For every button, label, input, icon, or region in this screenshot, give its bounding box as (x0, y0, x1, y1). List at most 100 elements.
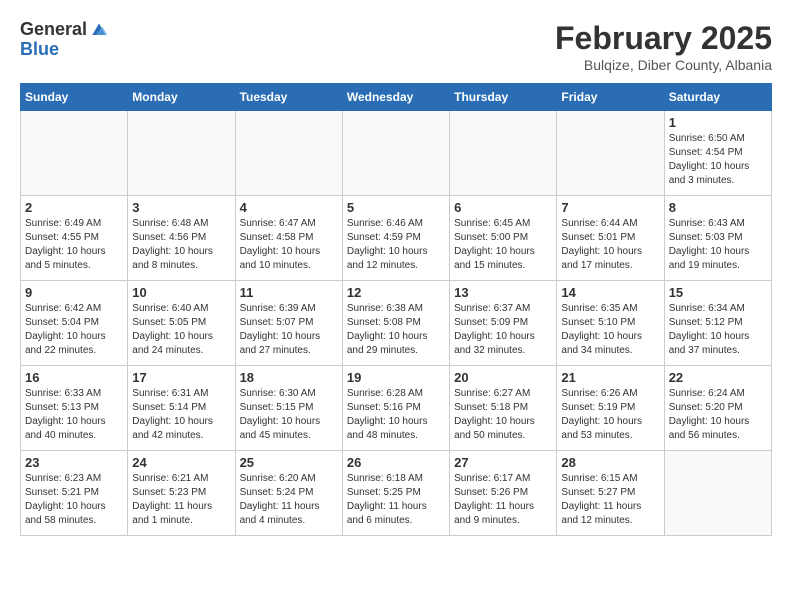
table-row: 13 Sunrise: 6:37 AM Sunset: 5:09 PM Dayli… (450, 281, 557, 366)
day-number: 7 (561, 200, 659, 215)
day-info: Sunrise: 6:42 AM Sunset: 5:04 PM Dayligh… (25, 302, 123, 358)
day-number: 22 (669, 370, 767, 385)
day-info: Sunrise: 6:21 AM Sunset: 5:23 PM Dayligh… (132, 472, 230, 528)
day-info: Sunrise: 6:37 AM Sunset: 5:09 PM Dayligh… (454, 302, 552, 358)
table-row: 14 Sunrise: 6:35 AM Sunset: 5:10 PM Dayli… (557, 281, 664, 366)
table-row: 8 Sunrise: 6:43 AM Sunset: 5:03 PM Daylig… (664, 196, 771, 281)
day-number: 23 (25, 455, 123, 470)
table-row: 16 Sunrise: 6:33 AM Sunset: 5:13 PM Dayli… (21, 366, 128, 451)
header-thursday: Thursday (450, 84, 557, 111)
calendar-week-row: 2 Sunrise: 6:49 AM Sunset: 4:55 PM Daylig… (21, 196, 772, 281)
day-info: Sunrise: 6:39 AM Sunset: 5:07 PM Dayligh… (240, 302, 338, 358)
table-row: 4 Sunrise: 6:47 AM Sunset: 4:58 PM Daylig… (235, 196, 342, 281)
table-row: 5 Sunrise: 6:46 AM Sunset: 4:59 PM Daylig… (342, 196, 449, 281)
day-number: 8 (669, 200, 767, 215)
title-area: February 2025 Bulqize, Diber County, Alb… (555, 20, 772, 73)
table-row: 7 Sunrise: 6:44 AM Sunset: 5:01 PM Daylig… (557, 196, 664, 281)
calendar-week-row: 9 Sunrise: 6:42 AM Sunset: 5:04 PM Daylig… (21, 281, 772, 366)
table-row: 24 Sunrise: 6:21 AM Sunset: 5:23 PM Dayli… (128, 451, 235, 536)
day-number: 17 (132, 370, 230, 385)
day-info: Sunrise: 6:44 AM Sunset: 5:01 PM Dayligh… (561, 217, 659, 273)
day-info: Sunrise: 6:17 AM Sunset: 5:26 PM Dayligh… (454, 472, 552, 528)
day-number: 11 (240, 285, 338, 300)
calendar-table: Sunday Monday Tuesday Wednesday Thursday… (20, 83, 772, 536)
day-number: 28 (561, 455, 659, 470)
day-info: Sunrise: 6:23 AM Sunset: 5:21 PM Dayligh… (25, 472, 123, 528)
day-number: 19 (347, 370, 445, 385)
table-row: 26 Sunrise: 6:18 AM Sunset: 5:25 PM Dayli… (342, 451, 449, 536)
day-number: 24 (132, 455, 230, 470)
table-row (235, 111, 342, 196)
day-info: Sunrise: 6:35 AM Sunset: 5:10 PM Dayligh… (561, 302, 659, 358)
day-info: Sunrise: 6:45 AM Sunset: 5:00 PM Dayligh… (454, 217, 552, 273)
day-info: Sunrise: 6:34 AM Sunset: 5:12 PM Dayligh… (669, 302, 767, 358)
day-info: Sunrise: 6:24 AM Sunset: 5:20 PM Dayligh… (669, 387, 767, 443)
table-row: 18Sunrise: 6:30 AM Sunset: 5:15 PM Dayli… (235, 366, 342, 451)
day-number: 20 (454, 370, 552, 385)
day-number: 6 (454, 200, 552, 215)
table-row (664, 451, 771, 536)
table-row: 1Sunrise: 6:50 AM Sunset: 4:54 PM Daylig… (664, 111, 771, 196)
day-number: 27 (454, 455, 552, 470)
location-subtitle: Bulqize, Diber County, Albania (555, 57, 772, 73)
day-info: Sunrise: 6:31 AM Sunset: 5:14 PM Dayligh… (132, 387, 230, 443)
table-row: 15 Sunrise: 6:34 AM Sunset: 5:12 PM Dayli… (664, 281, 771, 366)
day-info: Sunrise: 6:30 AM Sunset: 5:15 PM Dayligh… (240, 387, 338, 443)
calendar-header-row: Sunday Monday Tuesday Wednesday Thursday… (21, 84, 772, 111)
day-info: Sunrise: 6:15 AM Sunset: 5:27 PM Dayligh… (561, 472, 659, 528)
header-wednesday: Wednesday (342, 84, 449, 111)
day-number: 10 (132, 285, 230, 300)
calendar-week-row: 23 Sunrise: 6:23 AM Sunset: 5:21 PM Dayli… (21, 451, 772, 536)
table-row: 19 Sunrise: 6:28 AM Sunset: 5:16 PM Dayli… (342, 366, 449, 451)
table-row: 21 Sunrise: 6:26 AM Sunset: 5:19 PM Dayli… (557, 366, 664, 451)
day-number: 14 (561, 285, 659, 300)
day-number: 9 (25, 285, 123, 300)
table-row: 10 Sunrise: 6:40 AM Sunset: 5:05 PM Dayli… (128, 281, 235, 366)
day-number: 26 (347, 455, 445, 470)
day-number: 21 (561, 370, 659, 385)
table-row: 6 Sunrise: 6:45 AM Sunset: 5:00 PM Daylig… (450, 196, 557, 281)
day-number: 15 (669, 285, 767, 300)
day-info: Sunrise: 6:40 AM Sunset: 5:05 PM Dayligh… (132, 302, 230, 358)
logo-icon (89, 20, 109, 40)
table-row: 2 Sunrise: 6:49 AM Sunset: 4:55 PM Daylig… (21, 196, 128, 281)
day-info: Sunrise: 6:28 AM Sunset: 5:16 PM Dayligh… (347, 387, 445, 443)
day-info: Sunrise: 6:48 AM Sunset: 4:56 PM Dayligh… (132, 217, 230, 273)
page-header: General Blue February 2025 Bulqize, Dibe… (20, 20, 772, 73)
header-monday: Monday (128, 84, 235, 111)
calendar-week-row: 1Sunrise: 6:50 AM Sunset: 4:54 PM Daylig… (21, 111, 772, 196)
day-number: 2 (25, 200, 123, 215)
table-row: 12Sunrise: 6:38 AM Sunset: 5:08 PM Dayli… (342, 281, 449, 366)
day-number: 16 (25, 370, 123, 385)
table-row (557, 111, 664, 196)
table-row: 17 Sunrise: 6:31 AM Sunset: 5:14 PM Dayli… (128, 366, 235, 451)
day-info: Sunrise: 6:38 AM Sunset: 5:08 PM Dayligh… (347, 302, 445, 358)
table-row: 20 Sunrise: 6:27 AM Sunset: 5:18 PM Dayli… (450, 366, 557, 451)
header-tuesday: Tuesday (235, 84, 342, 111)
table-row (128, 111, 235, 196)
day-info: Sunrise: 6:27 AM Sunset: 5:18 PM Dayligh… (454, 387, 552, 443)
table-row (342, 111, 449, 196)
header-friday: Friday (557, 84, 664, 111)
day-info: Sunrise: 6:18 AM Sunset: 5:25 PM Dayligh… (347, 472, 445, 528)
table-row: 27 Sunrise: 6:17 AM Sunset: 5:26 PM Dayli… (450, 451, 557, 536)
day-number: 13 (454, 285, 552, 300)
day-info: Sunrise: 6:26 AM Sunset: 5:19 PM Dayligh… (561, 387, 659, 443)
day-info: Sunrise: 6:20 AM Sunset: 5:24 PM Dayligh… (240, 472, 338, 528)
day-info: Sunrise: 6:47 AM Sunset: 4:58 PM Dayligh… (240, 217, 338, 273)
table-row (450, 111, 557, 196)
day-number: 1 (669, 115, 767, 130)
table-row: 9 Sunrise: 6:42 AM Sunset: 5:04 PM Daylig… (21, 281, 128, 366)
table-row: 28 Sunrise: 6:15 AM Sunset: 5:27 PM Dayli… (557, 451, 664, 536)
day-number: 4 (240, 200, 338, 215)
table-row (21, 111, 128, 196)
calendar-week-row: 16 Sunrise: 6:33 AM Sunset: 5:13 PM Dayli… (21, 366, 772, 451)
day-info: Sunrise: 6:49 AM Sunset: 4:55 PM Dayligh… (25, 217, 123, 273)
table-row: 22 Sunrise: 6:24 AM Sunset: 5:20 PM Dayli… (664, 366, 771, 451)
day-info: Sunrise: 6:46 AM Sunset: 4:59 PM Dayligh… (347, 217, 445, 273)
day-number: 5 (347, 200, 445, 215)
logo: General Blue (20, 20, 109, 60)
header-sunday: Sunday (21, 84, 128, 111)
day-info: Sunrise: 6:33 AM Sunset: 5:13 PM Dayligh… (25, 387, 123, 443)
day-info: Sunrise: 6:43 AM Sunset: 5:03 PM Dayligh… (669, 217, 767, 273)
